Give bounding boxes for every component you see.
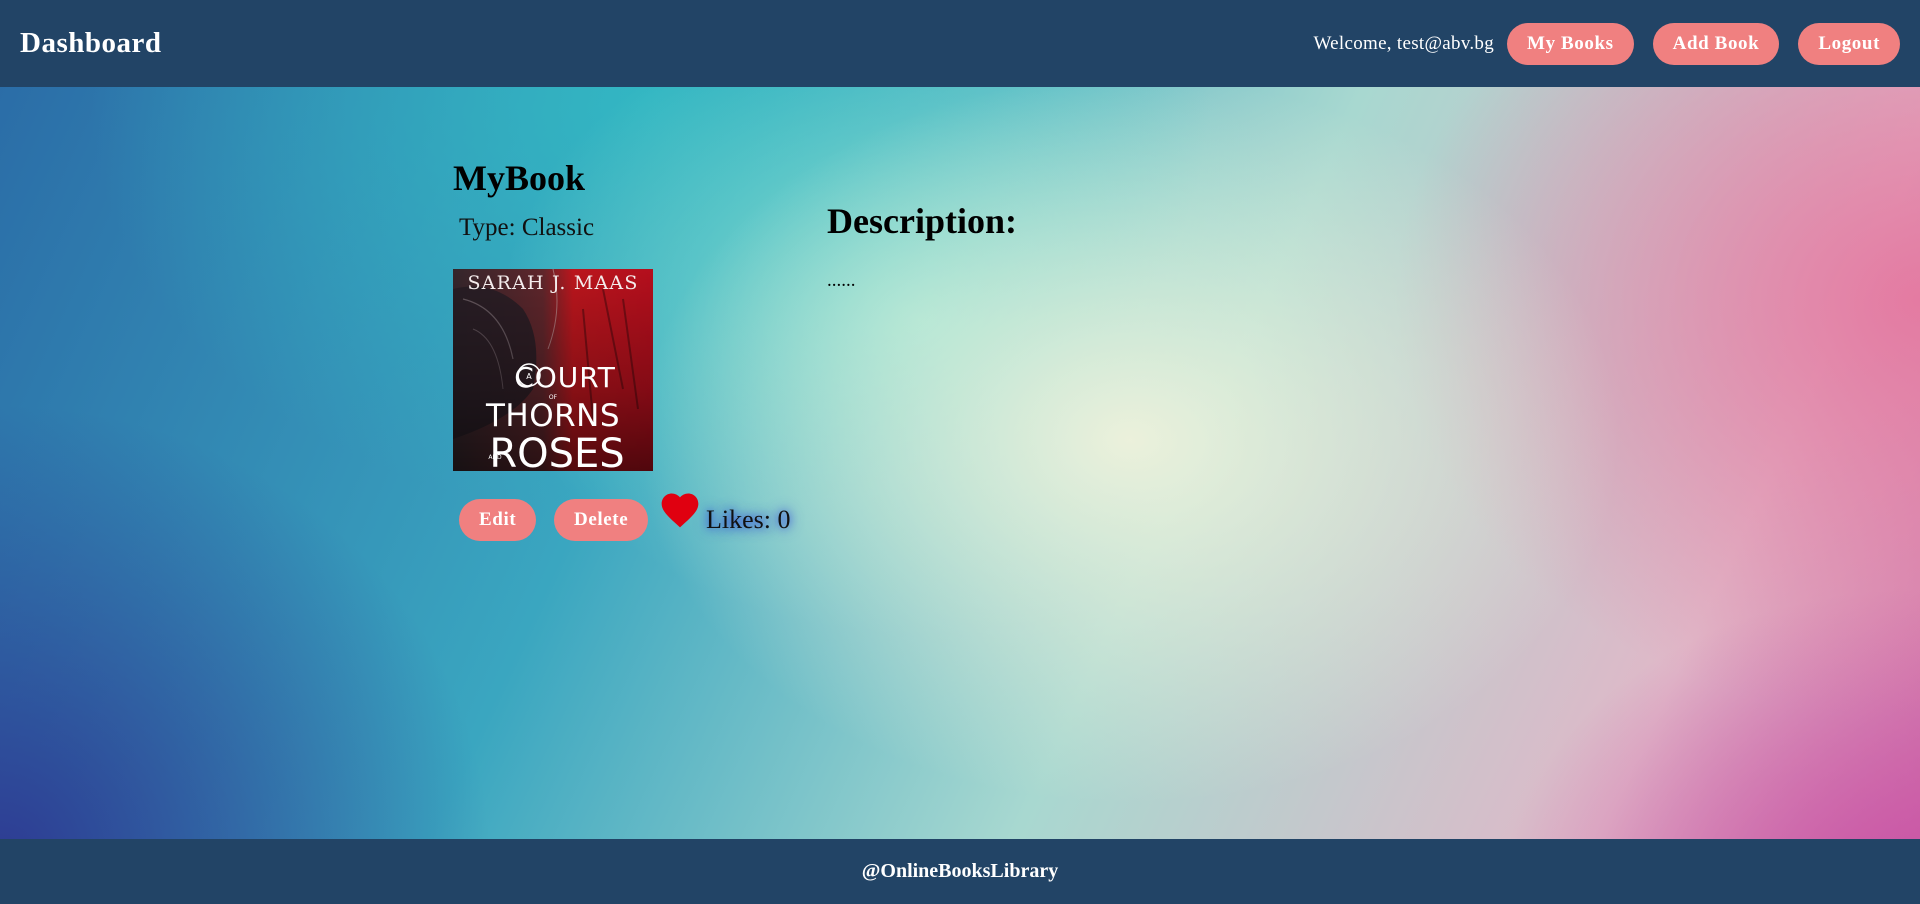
cover-line3: ROSES xyxy=(489,431,624,471)
description-heading: Description: xyxy=(827,201,1017,241)
brand-dashboard-link[interactable]: Dashboard xyxy=(20,27,162,60)
edit-button[interactable]: Edit xyxy=(459,499,537,541)
cover-line2: THORNS xyxy=(485,398,620,434)
delete-button[interactable]: Delete xyxy=(554,499,649,541)
footer: @OnlineBooksLibrary xyxy=(0,839,1920,904)
likes-count: Likes: 0 xyxy=(706,505,791,534)
cover-author: SARAH J. MAAS xyxy=(467,272,638,294)
my-books-button[interactable]: My Books xyxy=(1507,22,1634,65)
logout-button[interactable]: Logout xyxy=(1798,22,1900,65)
book-cover-image: SARAH J. MAAS A COURT OF THORNS AND ROSE… xyxy=(453,269,653,471)
top-navbar: Dashboard Welcome, test@abv.bg My Books … xyxy=(0,0,1920,87)
book-type: Type: Classic xyxy=(459,214,595,241)
welcome-message: Welcome, test@abv.bg xyxy=(1313,32,1495,54)
add-book-button[interactable]: Add Book xyxy=(1652,22,1780,65)
user-nav: Welcome, test@abv.bg My Books Add Book L… xyxy=(1313,22,1900,65)
book-title: MyBook xyxy=(453,158,586,198)
description-text: ...... xyxy=(827,270,856,291)
heart-icon[interactable] xyxy=(658,488,702,532)
cover-line1: COURT xyxy=(514,361,616,394)
footer-text: @OnlineBooksLibrary xyxy=(861,860,1059,882)
